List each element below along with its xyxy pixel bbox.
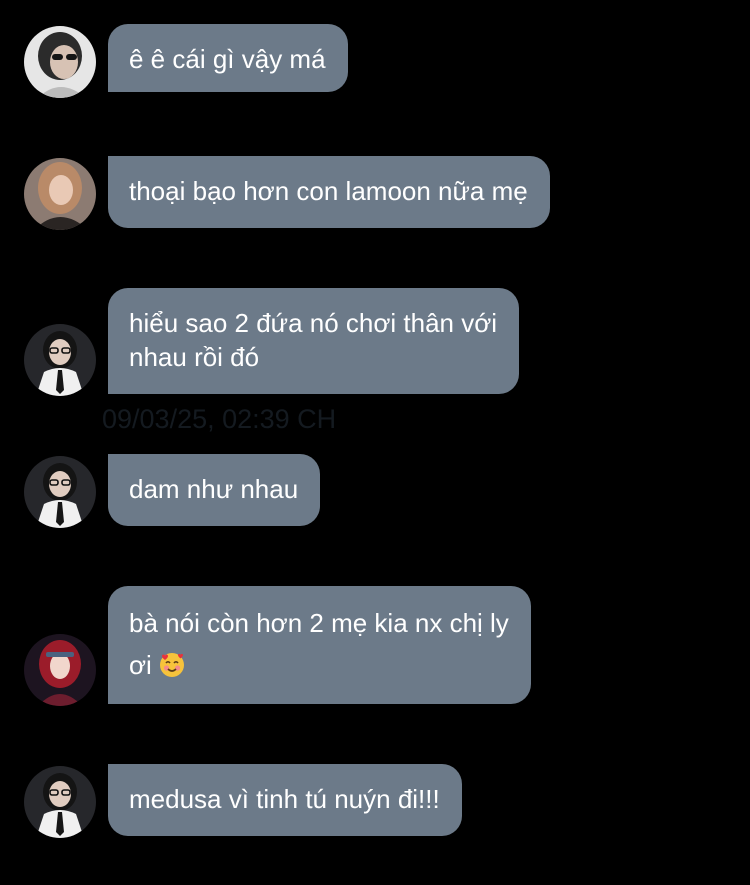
message-text-line: bà nói còn hơn 2 mẹ kia nx chị ly [129,608,509,638]
avatar[interactable] [24,634,96,706]
message-bubble[interactable]: thoại bạo hơn con lamoon nữa mẹ [108,156,550,228]
avatar-anime-redhair-icon [24,634,96,706]
message-bubble[interactable]: medusa vì tinh tú nuýn đi!!! [108,764,462,836]
avatar-woman-sunglasses-icon [24,26,96,98]
message-text: ơi [129,650,152,680]
message-timestamp: 09/03/25, 02:39 CH [102,404,337,434]
message-text-line: hiểu sao 2 đứa nó chơi thân với [129,308,498,338]
avatar-woman-blonde-icon [24,158,96,230]
message-text: ê ê cái gì vậy má [129,44,326,74]
message-text-line: nhau rồi đó [129,342,260,372]
avatar[interactable] [24,158,96,230]
avatar[interactable] [24,324,96,396]
message-bubble[interactable]: hiểu sao 2 đứa nó chơi thân với nhau rồi… [108,288,520,394]
message-text-line-with-emoji: ơi [129,648,509,682]
message-bubble[interactable]: bà nói còn hơn 2 mẹ kia nx chị ly ơi [108,586,531,704]
avatar[interactable] [24,766,96,838]
avatar-woman-glasses-tie-icon [24,456,96,528]
message-text: thoại bạo hơn con lamoon nữa mẹ [129,176,528,206]
smiling-face-with-hearts-icon [160,653,185,677]
avatar[interactable] [24,456,96,528]
message-bubble[interactable]: ê ê cái gì vậy má [108,24,348,92]
message-text: dam như nhau [129,474,299,504]
message-bubble[interactable]: dam như nhau [108,454,321,526]
avatar[interactable] [24,26,96,98]
avatar-woman-glasses-tie-icon [24,324,96,396]
avatar-woman-glasses-tie-icon [24,766,96,838]
message-text: medusa vì tinh tú nuýn đi!!! [129,784,440,814]
